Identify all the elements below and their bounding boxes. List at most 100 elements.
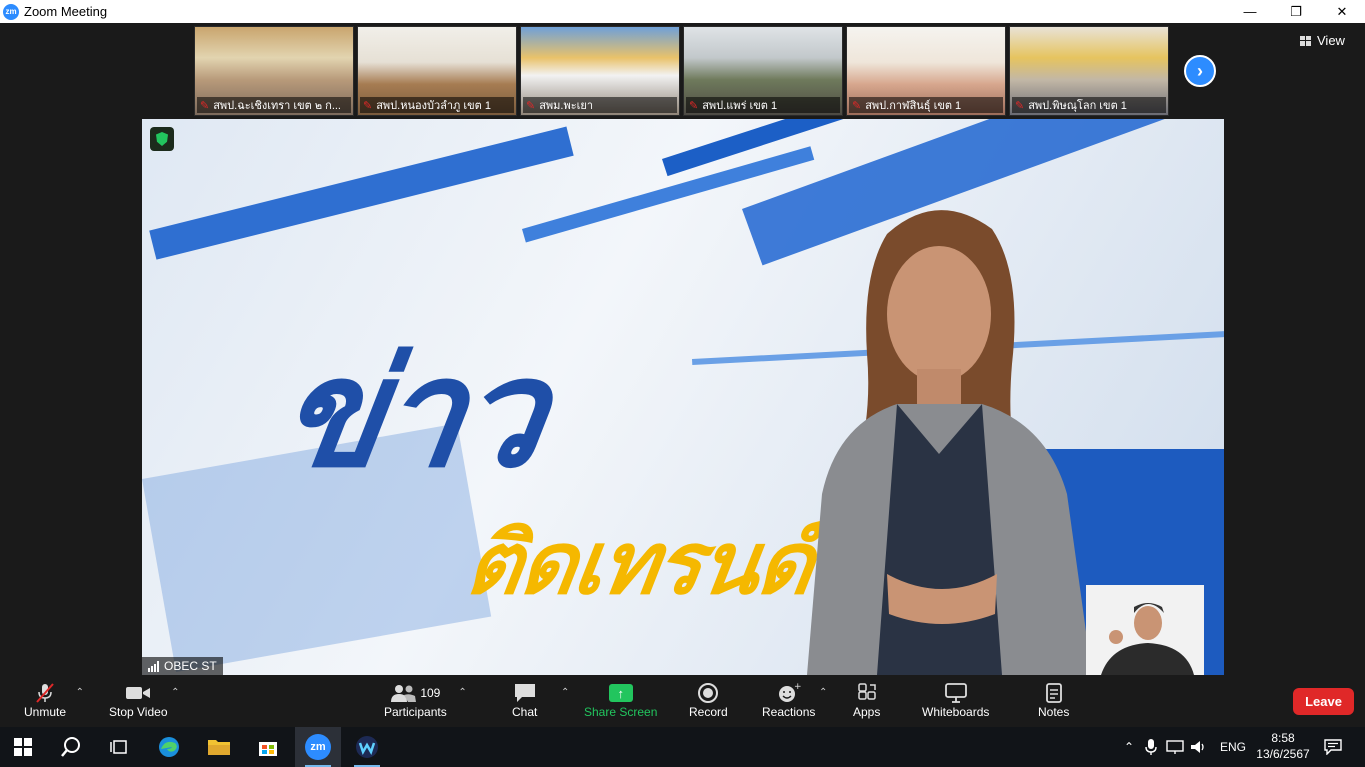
participant-thumbnail[interactable]: ✎ สพป.หนองบัวลำภู เขต 1: [357, 26, 517, 116]
close-button[interactable]: ✕: [1319, 0, 1365, 23]
chat-label: Chat: [512, 705, 538, 719]
chat-button[interactable]: Chat ⌃: [512, 681, 569, 719]
store-icon: [259, 742, 277, 756]
svg-text:+: +: [794, 682, 801, 692]
clock-time: 8:58: [1271, 731, 1295, 745]
chevron-up-icon[interactable]: ⌃: [458, 687, 466, 698]
mic-muted-icon: ✎: [689, 99, 699, 112]
presenter-figure: [807, 210, 1092, 675]
participant-name: สพป.กาฬสินธุ์ เขต 1: [865, 100, 962, 112]
chevron-up-icon[interactable]: ⌃: [76, 687, 84, 698]
system-clock[interactable]: 8:58 13/6/2567: [1250, 730, 1316, 762]
share-screen-button[interactable]: ↑ Share Screen: [584, 681, 657, 719]
record-label: Record: [689, 705, 728, 719]
network-icon[interactable]: [1166, 739, 1184, 755]
microsoft-store-button[interactable]: [245, 727, 291, 767]
unmute-button[interactable]: Unmute ⌃: [24, 681, 84, 719]
input-language-indicator[interactable]: ENG: [1220, 740, 1246, 754]
apps-icon: [856, 681, 878, 705]
restore-button[interactable]: ❐: [1273, 0, 1319, 23]
windows-logo-icon: [14, 738, 32, 756]
zoom-logo-icon: zm: [3, 3, 19, 20]
reactions-button[interactable]: + Reactions ⌃: [762, 681, 827, 719]
share-screen-icon: ↑: [608, 684, 633, 702]
gallery-next-button[interactable]: ›: [1184, 55, 1216, 87]
mic-muted-icon: [34, 681, 56, 705]
microphone-icon[interactable]: [1144, 738, 1158, 756]
participants-count: 109: [420, 686, 441, 700]
file-explorer-button[interactable]: [196, 727, 242, 767]
whiteboards-button[interactable]: Whiteboards: [922, 681, 989, 719]
encryption-shield-icon[interactable]: [150, 127, 174, 151]
chevron-up-icon[interactable]: ⌃: [1120, 740, 1138, 754]
speaker-name: OBEC ST: [164, 659, 217, 673]
search-button[interactable]: [48, 727, 94, 767]
reactions-label: Reactions: [762, 705, 816, 719]
participant-name: สพป.พิษณุโลก เขต 1: [1028, 100, 1127, 112]
chevron-right-icon: ›: [1197, 60, 1203, 81]
participants-button[interactable]: 109 Participants ⌃: [384, 681, 467, 719]
system-tray: ⌃ ENG: [1120, 727, 1246, 767]
chevron-up-icon[interactable]: ⌃: [561, 687, 569, 698]
stop-video-button[interactable]: Stop Video ⌃: [109, 681, 180, 719]
edge-browser-icon: [159, 737, 179, 757]
participant-thumbnail[interactable]: ✎ สพป.แพร่ เขต 1: [683, 26, 843, 116]
leave-button[interactable]: Leave: [1293, 688, 1354, 715]
zoom-app-icon: zm: [305, 734, 331, 760]
participant-thumbnail[interactable]: ✎ สพป.ฉะเชิงเทรา เขต ๒ ก...: [194, 26, 354, 116]
mic-muted-icon: ✎: [852, 99, 862, 112]
smiley-plus-icon: +: [777, 681, 801, 705]
minimize-button[interactable]: —: [1227, 0, 1273, 23]
gallery-strip: ✎ สพป.ฉะเชิงเทรา เขต ๒ ก... ✎ สพป.หนองบัวล…: [194, 26, 1169, 116]
mic-muted-icon: ✎: [200, 99, 210, 112]
webex-taskbar-button[interactable]: [344, 727, 390, 767]
speaker-name-tag: OBEC ST: [142, 657, 223, 675]
window-title: Zoom Meeting: [24, 4, 108, 19]
task-view-icon: [110, 740, 127, 754]
participant-name: สพป.หนองบัวลำภู เขต 1: [376, 100, 491, 112]
windows-taskbar: zm ⌃ ENG 8:58 13/6/2567: [0, 727, 1365, 767]
clock-date: 13/6/2567: [1256, 747, 1310, 761]
apps-button[interactable]: Apps: [853, 681, 880, 719]
search-icon: [61, 737, 80, 757]
mic-muted-icon: ✎: [1015, 99, 1025, 112]
chevron-up-icon[interactable]: ⌃: [819, 687, 827, 698]
volume-icon[interactable]: [1190, 739, 1208, 755]
notifications-button[interactable]: [1313, 727, 1353, 767]
stop-video-label: Stop Video: [109, 705, 168, 719]
zoom-taskbar-button[interactable]: zm: [295, 727, 341, 767]
share-screen-label: Share Screen: [584, 705, 658, 719]
chevron-up-icon[interactable]: ⌃: [171, 687, 179, 698]
participant-thumbnail[interactable]: ✎ สพป.พิษณุโลก เขต 1: [1009, 26, 1169, 116]
participant-thumbnail[interactable]: ✎ สพม.พะเยา: [520, 26, 680, 116]
unmute-label: Unmute: [24, 705, 67, 719]
meeting-area: ✎ สพป.ฉะเชิงเทรา เขต ๒ ก... ✎ สพป.หนองบัวล…: [0, 23, 1365, 675]
start-button[interactable]: [0, 727, 46, 767]
notes-icon: [1044, 681, 1064, 705]
sign-language-interpreter-video: [1086, 585, 1204, 675]
view-button[interactable]: View: [1300, 33, 1345, 48]
folder-icon: [208, 740, 230, 755]
mic-muted-icon: ✎: [526, 99, 536, 112]
edge-browser-button[interactable]: [146, 727, 192, 767]
active-speaker-video[interactable]: ข่าว ติดเทรนด์ OBEC ST: [142, 119, 1224, 675]
record-icon: [697, 681, 719, 705]
apps-label: Apps: [853, 705, 881, 719]
meeting-controls: Unmute ⌃ Stop Video ⌃ 109 Participants ⌃…: [0, 675, 1365, 727]
grid-view-icon: [1300, 35, 1311, 46]
record-button[interactable]: Record: [689, 681, 728, 719]
notification-icon: [1324, 739, 1342, 755]
whiteboard-icon: [944, 681, 968, 705]
notes-label: Notes: [1038, 705, 1070, 719]
webex-app-icon: [356, 736, 378, 758]
participants-icon: [391, 685, 417, 702]
participant-name: สพม.พะเยา: [539, 100, 594, 112]
participant-thumbnail[interactable]: ✎ สพป.กาฬสินธุ์ เขต 1: [846, 26, 1006, 116]
participant-name: สพป.แพร่ เขต 1: [702, 100, 778, 112]
mic-muted-icon: ✎: [363, 99, 373, 112]
participants-label: Participants: [384, 705, 447, 719]
notes-button[interactable]: Notes: [1038, 681, 1069, 719]
task-view-button[interactable]: [96, 727, 142, 767]
view-label: View: [1317, 33, 1345, 48]
title-bar: zm Zoom Meeting — ❐ ✕: [0, 0, 1365, 23]
